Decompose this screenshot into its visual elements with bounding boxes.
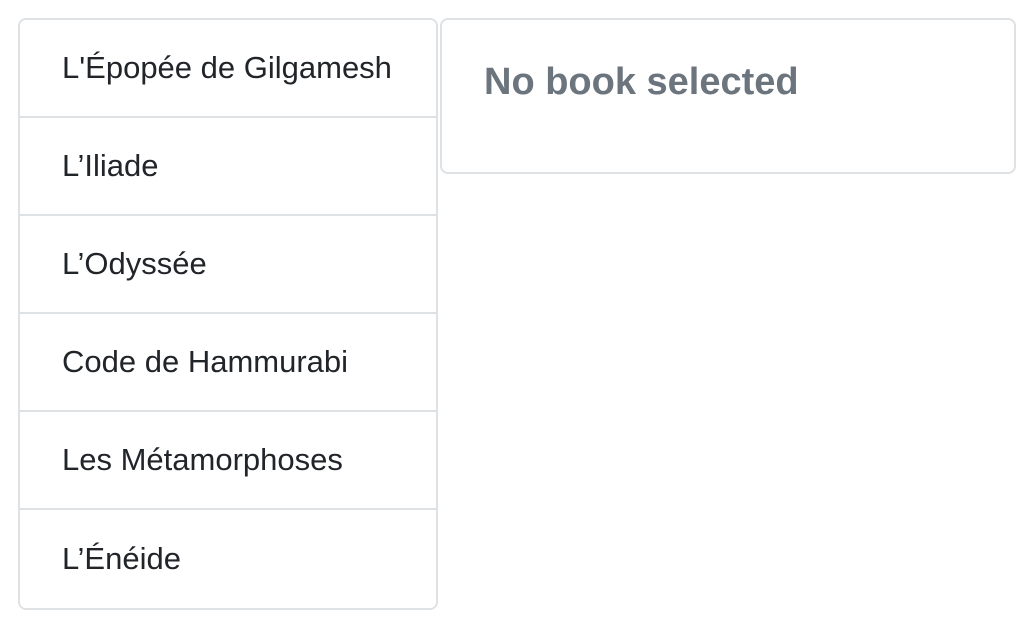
book-detail-card: No book selected xyxy=(440,18,1016,174)
book-item-label: L'Épopée de Gilgamesh xyxy=(62,50,392,85)
book-item-odyssee[interactable]: L’Odyssée xyxy=(20,216,436,314)
book-item-label: L’Odyssée xyxy=(62,246,207,281)
book-item-label: L’Énéide xyxy=(62,541,181,576)
book-item-iliade[interactable]: L’Iliade xyxy=(20,118,436,216)
book-item-label: Les Métamorphoses xyxy=(62,442,343,477)
book-item-metamorphoses[interactable]: Les Métamorphoses xyxy=(20,412,436,510)
book-list: L'Épopée de Gilgamesh L’Iliade L’Odyssée… xyxy=(18,18,438,610)
empty-state-title: No book selected xyxy=(484,61,799,103)
book-item-hammurabi[interactable]: Code de Hammurabi xyxy=(20,314,436,412)
book-item-label: L’Iliade xyxy=(62,148,159,183)
book-item-gilgamesh[interactable]: L'Épopée de Gilgamesh xyxy=(20,20,436,118)
book-item-eneide[interactable]: L’Énéide xyxy=(20,510,436,608)
book-item-label: Code de Hammurabi xyxy=(62,344,349,379)
